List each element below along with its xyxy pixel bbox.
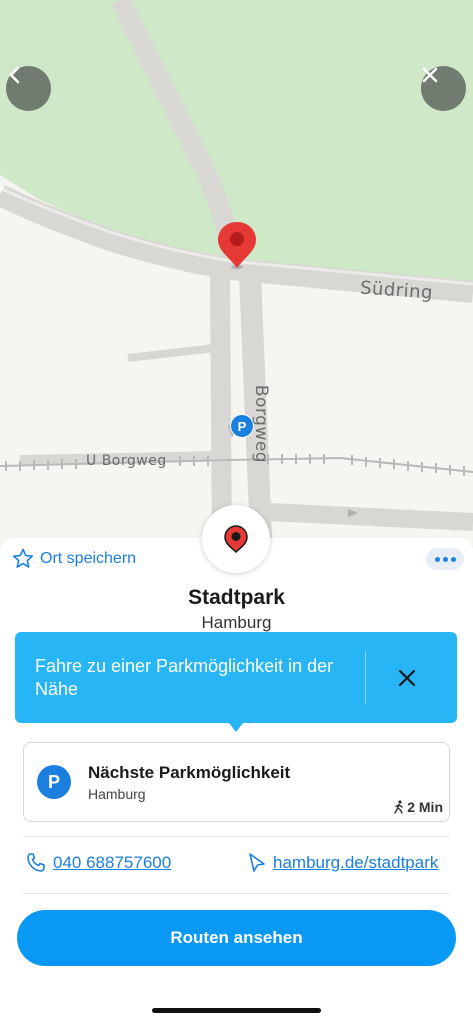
parking-map-marker[interactable]: P <box>230 414 254 438</box>
map-view[interactable]: Südring Borgweg U Borgweg P <box>0 0 473 560</box>
more-options-button[interactable] <box>426 548 464 570</box>
walk-time: 2 Min <box>393 799 443 815</box>
phone-number: 040 688757600 <box>53 853 172 872</box>
chevron-left-icon <box>9 66 20 84</box>
save-place-button[interactable]: Ort speichern <box>12 548 136 569</box>
tooltip-divider <box>365 651 366 704</box>
nearest-parking-card[interactable]: P Nächste Parkmöglichkeit Hamburg 2 Min <box>23 742 450 822</box>
place-city: Hamburg <box>201 613 272 632</box>
star-icon <box>12 548 34 568</box>
home-indicator[interactable] <box>152 1008 321 1013</box>
tooltip-close-button[interactable] <box>387 658 427 698</box>
cursor-icon <box>249 853 265 872</box>
place-title: Stadtpark <box>188 586 285 609</box>
parking-icon: P <box>37 765 71 799</box>
save-place-label: Ort speichern <box>40 549 137 567</box>
website-link[interactable]: hamburg.de/stadtpark <box>247 852 438 874</box>
parking-title: Nächste Parkmöglichkeit <box>88 763 291 782</box>
website-url: hamburg.de/stadtpark <box>273 853 439 872</box>
tooltip-arrow <box>225 718 247 732</box>
phone-link[interactable]: 040 688757600 <box>25 852 171 874</box>
station-label: U Borgweg <box>86 453 167 469</box>
walking-icon <box>394 800 403 814</box>
location-pin-icon <box>224 525 248 553</box>
street-label-borgweg: Borgweg <box>251 384 272 464</box>
close-icon <box>422 67 438 83</box>
parking-tooltip[interactable]: Fahre zu einer Parkmöglichkeit in der Nä… <box>15 632 457 723</box>
phone-icon <box>27 853 45 872</box>
tooltip-text: Fahre zu einer Parkmöglichkeit in der Nä… <box>35 656 334 699</box>
view-routes-button[interactable]: Routen ansehen <box>17 910 456 966</box>
divider <box>23 893 450 894</box>
parking-city: Hamburg <box>88 786 146 802</box>
place-pin-badge <box>202 505 270 573</box>
close-icon <box>398 669 416 687</box>
more-dots-icon <box>434 556 440 562</box>
divider <box>23 836 450 837</box>
back-button[interactable] <box>6 66 51 111</box>
walk-time-label: 2 Min <box>407 799 443 815</box>
close-button[interactable] <box>421 66 466 111</box>
